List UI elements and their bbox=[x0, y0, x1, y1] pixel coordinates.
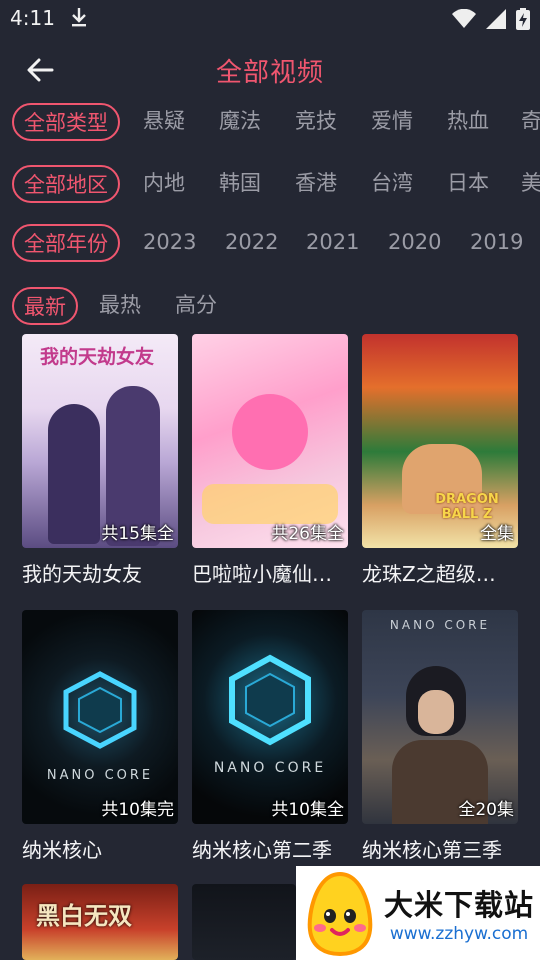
type-filter-row: 全部类型 悬疑 魔法 竞技 爱情 热血 奇 bbox=[0, 103, 540, 147]
poster-title-art: 我的天劫女友 bbox=[40, 346, 155, 368]
chip-region[interactable]: 香港 bbox=[295, 165, 337, 203]
poster-character bbox=[232, 394, 308, 470]
video-title: 龙珠Z之超级… bbox=[362, 562, 496, 586]
wifi-icon bbox=[452, 9, 476, 28]
episode-badge: 共26集全 bbox=[271, 524, 344, 544]
poster-logo: NANO CORE bbox=[389, 618, 491, 632]
episode-badge: 共10集全 bbox=[271, 800, 344, 820]
chip-region[interactable]: 台湾 bbox=[371, 165, 413, 203]
poster-title-art: 黑白无双 bbox=[36, 902, 132, 930]
chip-year[interactable]: 2019 bbox=[470, 224, 523, 262]
status-bar: 4:11 bbox=[0, 0, 540, 38]
chip-year[interactable]: 2020 bbox=[388, 224, 441, 262]
chip-year-all[interactable]: 全部年份 bbox=[12, 224, 120, 262]
poster-image: 共26集全 bbox=[192, 334, 348, 548]
chip-type[interactable]: 魔法 bbox=[219, 103, 261, 141]
sort-latest[interactable]: 最新 bbox=[12, 287, 78, 325]
video-title: 我的天劫女友 bbox=[22, 562, 142, 586]
ad-title: 大米下载站 bbox=[384, 888, 535, 922]
poster-image: 我的天劫女友 共15集全 bbox=[22, 334, 178, 548]
poster-image: NANO CORE 共10集全 bbox=[192, 610, 348, 824]
poster-image: NANO CORE 全20集 bbox=[362, 610, 518, 824]
poster-character bbox=[418, 690, 454, 734]
poster-logo: NANO CORE bbox=[46, 768, 154, 783]
poster-image: 黑白无双 bbox=[22, 884, 178, 960]
chip-year[interactable]: 2021 bbox=[306, 224, 359, 262]
chip-type[interactable]: 悬疑 bbox=[143, 103, 185, 141]
chip-type[interactable]: 热血 bbox=[447, 103, 489, 141]
sort-hottest[interactable]: 最热 bbox=[99, 287, 141, 325]
poster-image: NANO CORE 共10集完 bbox=[22, 610, 178, 824]
chip-region[interactable]: 内地 bbox=[143, 165, 185, 203]
video-title: 纳米核心 bbox=[22, 838, 102, 862]
video-title: 纳米核心第二季 bbox=[192, 838, 332, 862]
battery-charging-icon bbox=[516, 8, 530, 30]
chip-region-all[interactable]: 全部地区 bbox=[12, 165, 120, 203]
episode-badge: 全20集 bbox=[458, 800, 514, 820]
download-icon bbox=[68, 6, 90, 32]
ad-url: www.zzhyw.com bbox=[389, 924, 529, 944]
poster-decoration bbox=[202, 484, 338, 524]
top-bar: 全部视频 bbox=[0, 40, 540, 100]
signal-icon bbox=[486, 9, 506, 29]
sort-row: 最新 最热 高分 bbox=[0, 287, 540, 331]
status-icons bbox=[452, 8, 530, 30]
poster-character bbox=[48, 404, 100, 544]
poster-logo: NANO CORE bbox=[213, 760, 327, 776]
page-title: 全部视频 bbox=[215, 58, 324, 88]
status-time: 4:11 bbox=[10, 6, 55, 30]
chip-region[interactable]: 韩国 bbox=[219, 165, 261, 203]
chip-year[interactable]: 2023 bbox=[143, 224, 196, 262]
chip-type-all[interactable]: 全部类型 bbox=[12, 103, 120, 141]
poster-image bbox=[192, 884, 296, 960]
chip-region[interactable]: 日本 bbox=[447, 165, 489, 203]
chip-type[interactable]: 竞技 bbox=[295, 103, 337, 141]
region-filter-row: 全部地区 内地 韩国 香港 台湾 日本 美 bbox=[0, 165, 540, 209]
chip-type[interactable]: 爱情 bbox=[371, 103, 413, 141]
episode-badge: 全集 bbox=[480, 524, 514, 544]
poster-image: DRAGON BALL Z 全集 bbox=[362, 334, 518, 548]
sort-top-rated[interactable]: 高分 bbox=[175, 287, 217, 325]
episode-badge: 共15集全 bbox=[101, 524, 174, 544]
hexagon-logo-icon bbox=[63, 671, 137, 749]
chip-year[interactable]: 2022 bbox=[225, 224, 278, 262]
chip-region[interactable]: 美 bbox=[521, 165, 540, 203]
hexagon-logo-icon bbox=[229, 654, 311, 746]
episode-badge: 共10集完 bbox=[101, 800, 174, 820]
poster-logo: DRAGON BALL Z bbox=[435, 492, 499, 522]
video-title: 巴啦啦小魔仙… bbox=[192, 562, 332, 586]
ad-banner[interactable]: 大米下载站 www.zzhyw.com bbox=[296, 866, 540, 960]
video-title: 纳米核心第三季 bbox=[362, 838, 502, 862]
chip-type[interactable]: 奇 bbox=[521, 103, 540, 141]
year-filter-row: 全部年份 2023 2022 2021 2020 2019 bbox=[0, 224, 540, 268]
rice-mascot-logo bbox=[307, 871, 373, 956]
